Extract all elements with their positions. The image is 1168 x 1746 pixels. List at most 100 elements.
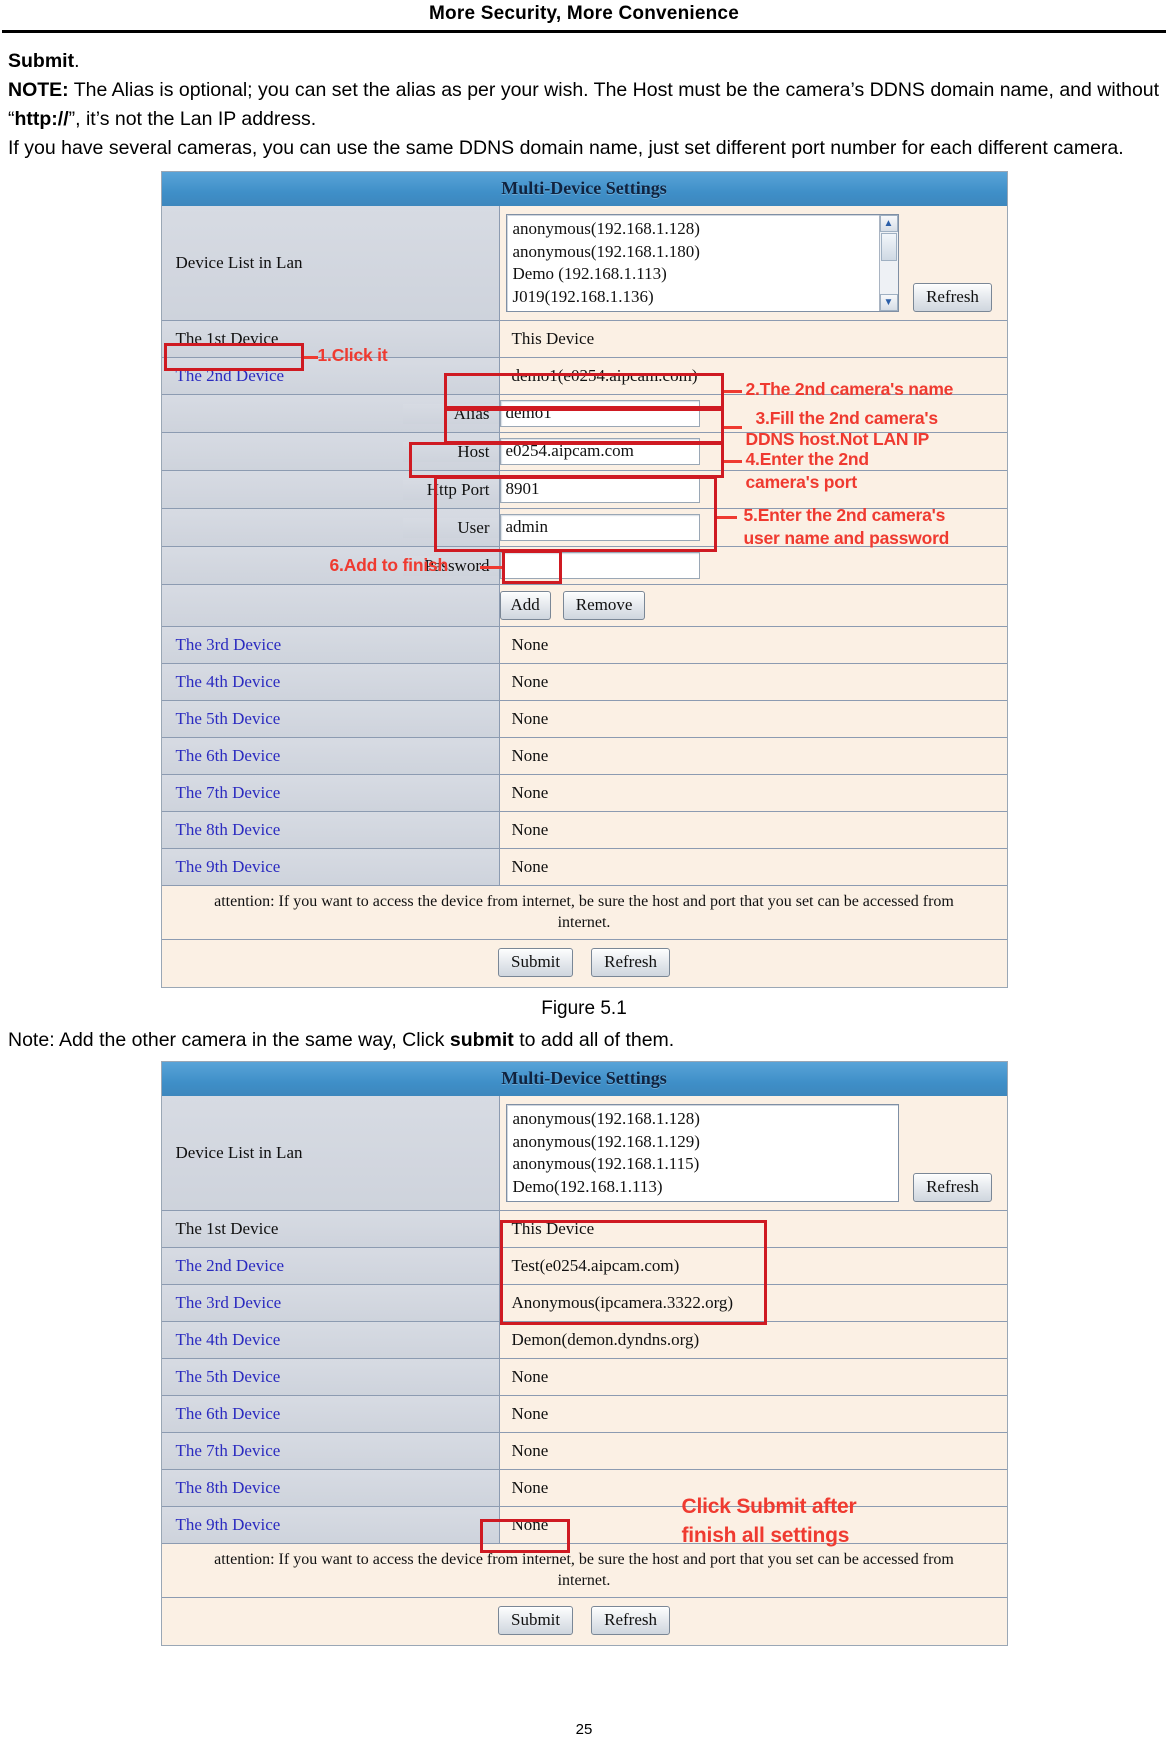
- figure1-device-3-label[interactable]: The 3rd Device: [161, 627, 500, 663]
- figure1-row-device-7: The 7th Device None: [161, 775, 1007, 812]
- figure1-device-list-options[interactable]: anonymous(192.168.1.128) anonymous(192.1…: [507, 215, 879, 311]
- figure1-device-list-box[interactable]: anonymous(192.168.1.128) anonymous(192.1…: [505, 214, 899, 312]
- figure1-host-input[interactable]: e0254.aipcam.com: [499, 438, 700, 465]
- list-item[interactable]: anonymous(192.168.1.129): [513, 1131, 898, 1154]
- figure1-row-alias: Alias demo1: [161, 395, 1007, 433]
- figure2-device-7-value: None: [499, 1433, 1007, 1469]
- figure2-device-7-label[interactable]: The 7th Device: [161, 1433, 500, 1469]
- figure1-device-list-row: Device List in Lan anonymous(192.168.1.1…: [161, 206, 1007, 321]
- figure2-row-device-2: The 2nd Device Test(e0254.aipcam.com): [161, 1248, 1007, 1285]
- figure2-row-device-4: The 4th Device Demon(demon.dyndns.org): [161, 1322, 1007, 1359]
- list-item[interactable]: Demo(192.168.1.113): [513, 1176, 898, 1199]
- note-after-fig1-part-a: Note: Add the other camera in the same w…: [8, 1029, 450, 1051]
- figure1-row-password: Password: [161, 547, 1007, 585]
- figure1-row-device-3: The 3rd Device None: [161, 627, 1007, 664]
- list-item[interactable]: Demo (192.168.1.113): [513, 263, 879, 286]
- figure1-user-input[interactable]: admin: [499, 514, 700, 541]
- figure2-device-2-label[interactable]: The 2nd Device: [161, 1248, 500, 1284]
- note-label: NOTE:: [8, 79, 69, 101]
- list-item[interactable]: anonymous(192.168.1.128): [513, 1108, 898, 1131]
- figure1-device-4-value: None: [499, 664, 1007, 700]
- figure2-row-device-9: The 9th Device None: [161, 1507, 1007, 1544]
- figure2-row-device-7: The 7th Device None: [161, 1433, 1007, 1470]
- figure1-device-2-value: demo1(e0254.aipcam.com): [499, 358, 1007, 394]
- figure2-title-bar: Multi-Device Settings: [161, 1062, 1007, 1096]
- figure1-row-device-6: The 6th Device None: [161, 738, 1007, 775]
- figure1-row-device-5: The 5th Device None: [161, 701, 1007, 738]
- figure2-attention-note: attention: If you want to access the dev…: [161, 1544, 1007, 1598]
- figure2-footer-buttons: Submit Refresh: [161, 1598, 1007, 1645]
- figure1-row-device-8: The 8th Device None: [161, 812, 1007, 849]
- list-item[interactable]: anonymous(192.168.1.180): [513, 241, 879, 264]
- figure1-device-7-value: None: [499, 775, 1007, 811]
- figure2-device-list-box[interactable]: anonymous(192.168.1.128) anonymous(192.1…: [505, 1104, 899, 1202]
- figure1-remove-button[interactable]: Remove: [562, 591, 646, 620]
- figure2-device-4-label[interactable]: The 4th Device: [161, 1322, 500, 1358]
- figure1-device-9-label[interactable]: The 9th Device: [161, 849, 500, 885]
- list-item[interactable]: anonymous(192.168.1.115): [513, 1153, 898, 1176]
- figure2-row-device-6: The 6th Device None: [161, 1396, 1007, 1433]
- figure2-footer-refresh-button[interactable]: Refresh: [591, 1606, 670, 1635]
- figure1-footer-buttons: Submit Refresh: [161, 940, 1007, 987]
- figure1-device-3-value: None: [499, 627, 1007, 663]
- figure1-device-5-value: None: [499, 701, 1007, 737]
- submit-line: Submit.: [8, 47, 1160, 76]
- figure1-device-list-label: Device List in Lan: [161, 206, 500, 320]
- figure1-row-device-4: The 4th Device None: [161, 664, 1007, 701]
- list-item[interactable]: anonymous(192.168.1.128): [513, 218, 879, 241]
- figure1-row-device-9: The 9th Device None: [161, 849, 1007, 886]
- figure1-row-host: Host e0254.aipcam.com: [161, 433, 1007, 471]
- figure1-device-4-label[interactable]: The 4th Device: [161, 664, 500, 700]
- page-number: 25: [575, 1721, 593, 1738]
- figure2-device-3-label[interactable]: The 3rd Device: [161, 1285, 500, 1321]
- figure1-password-input[interactable]: [499, 552, 700, 579]
- figure1-refresh-button[interactable]: Refresh: [913, 283, 992, 312]
- figure1-row-device-1: The 1st Device This Device: [161, 321, 1007, 358]
- figure1-row-device-2: The 2nd Device demo1(e0254.aipcam.com): [161, 358, 1007, 395]
- note-after-figure1: Note: Add the other camera in the same w…: [8, 1026, 1160, 1055]
- figure2-row-device-5: The 5th Device None: [161, 1359, 1007, 1396]
- figure2-submit-button[interactable]: Submit: [498, 1606, 574, 1635]
- figure2-refresh-button[interactable]: Refresh: [913, 1173, 992, 1202]
- note-after-fig1-submit-word: submit: [449, 1029, 514, 1051]
- figure1-caption: Figure 5.1: [541, 998, 627, 1019]
- figure2-device-list-options[interactable]: anonymous(192.168.1.128) anonymous(192.1…: [507, 1105, 898, 1201]
- document-page: More Security, More Convenience Submit. …: [0, 0, 1168, 1746]
- figure1-http-port-input[interactable]: 8901: [499, 476, 700, 503]
- figure2-row-device-1: The 1st Device This Device: [161, 1211, 1007, 1248]
- figure1-add-button[interactable]: Add: [499, 591, 551, 620]
- figure1-refresh-cell: Refresh: [898, 206, 1007, 320]
- figure1-device-2-label[interactable]: The 2nd Device: [161, 358, 500, 394]
- list-item[interactable]: J019(192.168.1.136): [513, 286, 879, 309]
- scrollbar-track[interactable]: [880, 261, 898, 294]
- figure1-device-5-label[interactable]: The 5th Device: [161, 701, 500, 737]
- figure2-device-8-value: None: [499, 1470, 1007, 1506]
- figure2-row-device-3: The 3rd Device Anonymous(ipcamera.3322.o…: [161, 1285, 1007, 1322]
- scrollbar-thumb[interactable]: [880, 233, 897, 261]
- figure1-device-7-label[interactable]: The 7th Device: [161, 775, 500, 811]
- figure-1-multi-device-settings: Multi-Device Settings Device List in Lan…: [160, 171, 1008, 988]
- figure1-device-6-label[interactable]: The 6th Device: [161, 738, 500, 774]
- note-paragraph: NOTE: The Alias is optional; you can set…: [8, 76, 1160, 134]
- figure2-device-6-value: None: [499, 1396, 1007, 1432]
- figure2-device-4-value: Demon(demon.dyndns.org): [499, 1322, 1007, 1358]
- figure2-device-8-label[interactable]: The 8th Device: [161, 1470, 500, 1506]
- figure2-device-9-value: None: [499, 1507, 1007, 1543]
- figure2-device-6-label[interactable]: The 6th Device: [161, 1396, 500, 1432]
- scroll-up-arrow-icon[interactable]: ▲: [879, 215, 898, 232]
- figure2-device-9-label[interactable]: The 9th Device: [161, 1507, 500, 1543]
- figure2-device-5-label[interactable]: The 5th Device: [161, 1359, 500, 1395]
- figure1-device-8-label[interactable]: The 8th Device: [161, 812, 500, 848]
- figure1-footer-refresh-button[interactable]: Refresh: [591, 948, 670, 977]
- figure1-device-6-value: None: [499, 738, 1007, 774]
- figure1-submit-button[interactable]: Submit: [498, 948, 574, 977]
- submit-period: .: [74, 50, 80, 72]
- scroll-down-arrow-icon[interactable]: ▼: [879, 294, 898, 311]
- figure2-device-1-value: This Device: [499, 1211, 1007, 1247]
- figure1-list-scrollbar[interactable]: ▲ ▼: [878, 215, 898, 311]
- figure1-device-8-value: None: [499, 812, 1007, 848]
- figure1-user-label: User: [402, 517, 499, 538]
- figure1-alias-input[interactable]: demo1: [499, 400, 700, 427]
- figure2-device-list-row: Device List in Lan anonymous(192.168.1.1…: [161, 1096, 1007, 1211]
- submit-word: Submit: [8, 50, 75, 72]
